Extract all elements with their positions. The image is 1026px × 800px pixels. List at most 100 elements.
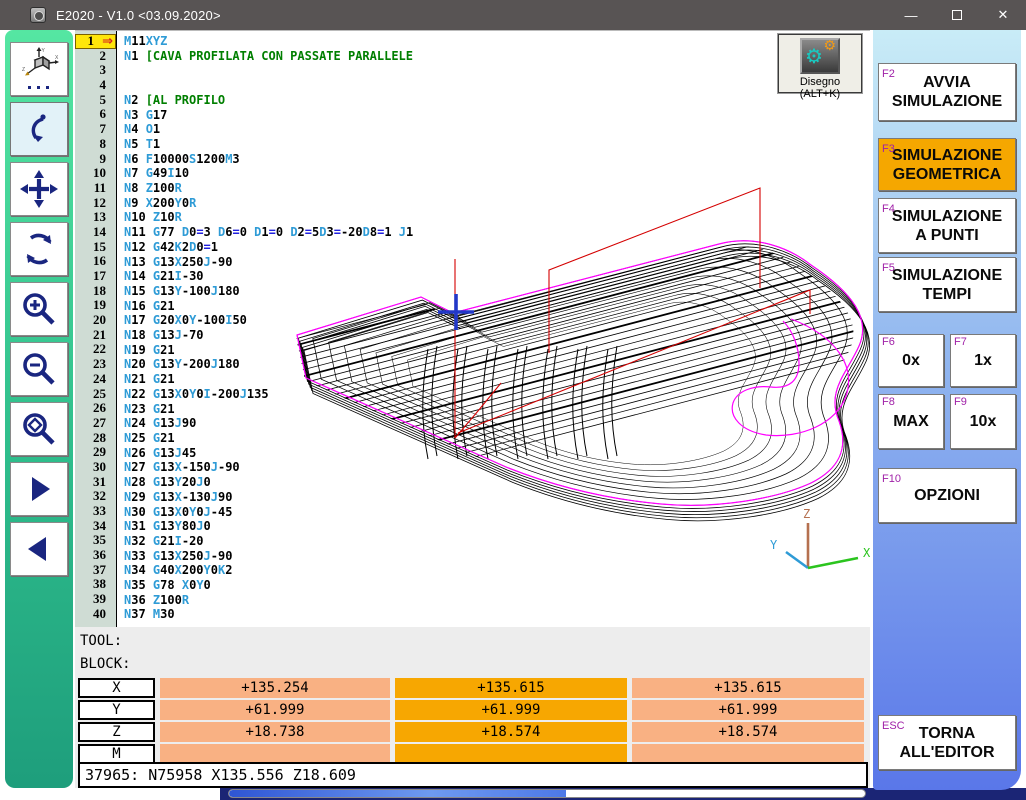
axis-label: Y <box>78 700 155 720</box>
button-label: MAX <box>893 413 929 431</box>
line-number: 27 <box>75 416 116 431</box>
axis-label: X <box>78 678 155 698</box>
fkey-label: F6 <box>882 336 895 348</box>
coord-value: +61.999 <box>632 700 864 720</box>
app-window: E2020 - V1.0 <03.09.2020> — ✕ YXZ 1⇒2 <box>0 0 1026 800</box>
coord-value <box>395 744 627 764</box>
button-label: OPZIONI <box>914 486 980 505</box>
zoom-fit-icon <box>19 409 59 449</box>
coordinate-table: X+135.254+135.615+135.615Y+61.999+61.999… <box>78 678 869 766</box>
line-number: 10 <box>75 166 116 181</box>
coord-value: +61.999 <box>160 700 390 720</box>
window-title: E2020 - V1.0 <03.09.2020> <box>56 8 221 23</box>
sidebar-button-f2[interactable]: F2AVVIA SIMULAZIONE <box>878 63 1016 121</box>
coord-value: +135.615 <box>395 678 627 698</box>
fkey-label: F7 <box>954 336 967 348</box>
sidebar-button-f4[interactable]: F4SIMULAZIONE A PUNTI <box>878 198 1016 253</box>
coord-row-x: X+135.254+135.615+135.615 <box>78 678 869 698</box>
fkey-label: ESC <box>882 717 905 736</box>
button-label: SIMULAZIONE TEMPI <box>892 266 1002 304</box>
line-number: 24 <box>75 372 116 387</box>
sidebar-button-f5[interactable]: F5SIMULAZIONE TEMPI <box>878 257 1016 312</box>
step-forward-button[interactable] <box>10 462 68 516</box>
zoom-in-button[interactable] <box>10 282 68 336</box>
line-number: 34 <box>75 519 116 534</box>
button-label: SIMULAZIONE A PUNTI <box>892 207 1002 245</box>
line-number: 3 <box>75 63 116 78</box>
step-back-button[interactable] <box>10 522 68 576</box>
coord-row-y: Y+61.999+61.999+61.999 <box>78 700 869 720</box>
line-number: 31 <box>75 475 116 490</box>
line-number: 8 <box>75 137 116 152</box>
speed-button-f7[interactable]: F71x <box>950 334 1016 387</box>
coord-value: +18.738 <box>160 722 390 742</box>
esc-return-button[interactable]: ESCTORNA ALL'EDITOR <box>878 715 1016 770</box>
rotate-button[interactable] <box>10 222 68 276</box>
line-number: 28 <box>75 431 116 446</box>
svg-text:Z: Z <box>803 507 810 521</box>
zoom-fit-button[interactable] <box>10 402 68 456</box>
status-panel: TOOL: BLOCK: X+135.254+135.615+135.615Y+… <box>75 627 870 788</box>
button-label: AVVIA SIMULAZIONE <box>892 73 1002 111</box>
line-number: 33 <box>75 504 116 519</box>
play-forward-icon <box>19 469 59 509</box>
pan-button[interactable] <box>10 162 68 216</box>
line-number: 36 <box>75 548 116 563</box>
line-number: 30 <box>75 460 116 475</box>
button-label: TORNA ALL'EDITOR <box>899 724 994 762</box>
coord-value <box>632 744 864 764</box>
line-number-gutter: 1⇒23456789101112131415161718192021222324… <box>75 31 117 628</box>
curve-arrow-icon <box>19 109 59 149</box>
window-controls: — ✕ <box>888 0 1026 30</box>
line-number: 37 <box>75 563 116 578</box>
line-number: 40 <box>75 607 116 622</box>
coord-value: +135.254 <box>160 678 390 698</box>
pan-arrows-icon <box>19 169 59 209</box>
current-line-marker: 1⇒ <box>75 34 116 49</box>
speed-button-f6[interactable]: F60x <box>878 334 944 387</box>
line-number: 12 <box>75 196 116 211</box>
progress-fill <box>229 790 566 797</box>
line-number: 26 <box>75 401 116 416</box>
close-button[interactable]: ✕ <box>980 0 1026 30</box>
line-number: 29 <box>75 445 116 460</box>
button-label: SIMULAZIONE GEOMETRICA <box>892 146 1002 184</box>
line-number: 19 <box>75 298 116 313</box>
line-number: 23 <box>75 357 116 372</box>
svg-text:Y: Y <box>42 48 46 54</box>
toolpath-drawing[interactable]: ZYX <box>118 31 870 628</box>
svg-text:Y: Y <box>770 538 778 552</box>
speed-button-f9[interactable]: F910x <box>950 394 1016 449</box>
maximize-button[interactable] <box>934 0 980 30</box>
svg-text:Z: Z <box>22 67 25 73</box>
speed-row-1: F60xF71x <box>878 334 1016 387</box>
disegno-button-label: Disegno (ALT+K) <box>779 76 861 100</box>
current-line-arrow-icon: ⇒ <box>94 35 113 48</box>
fkey-label: F4 <box>882 200 895 219</box>
line-number: 22 <box>75 342 116 357</box>
line-number: 14 <box>75 225 116 240</box>
line-number: 13 <box>75 210 116 225</box>
tool-label: TOOL: <box>80 633 122 649</box>
line-number: 4 <box>75 78 116 93</box>
zoom-out-button[interactable] <box>10 342 68 396</box>
fkey-label: F10 <box>882 470 901 489</box>
curve-tool-button[interactable] <box>10 102 68 156</box>
speed-button-f8[interactable]: F8MAX <box>878 394 944 449</box>
disegno-button[interactable]: ⚙⚙ Disegno (ALT+K) <box>778 34 862 93</box>
play-back-icon <box>19 529 59 569</box>
axis-view-button[interactable]: Y X Z <box>10 42 68 96</box>
view-toolbar: Y X Z <box>5 30 73 788</box>
line-number: 18 <box>75 284 116 299</box>
svg-text:X: X <box>55 55 59 61</box>
coord-row-z: Z+18.738+18.574+18.574 <box>78 722 869 742</box>
minimize-button[interactable]: — <box>888 0 934 30</box>
axis-triad: ZYX <box>770 507 870 568</box>
line-number: 39 <box>75 592 116 607</box>
coord-value <box>160 744 390 764</box>
titlebar: E2020 - V1.0 <03.09.2020> — ✕ <box>0 0 1026 30</box>
sidebar-button-f3[interactable]: F3SIMULAZIONE GEOMETRICA <box>878 138 1016 191</box>
line-number: 7 <box>75 122 116 137</box>
button-label: 10x <box>970 413 997 431</box>
options-button-f10[interactable]: F10 OPZIONI <box>878 468 1016 523</box>
